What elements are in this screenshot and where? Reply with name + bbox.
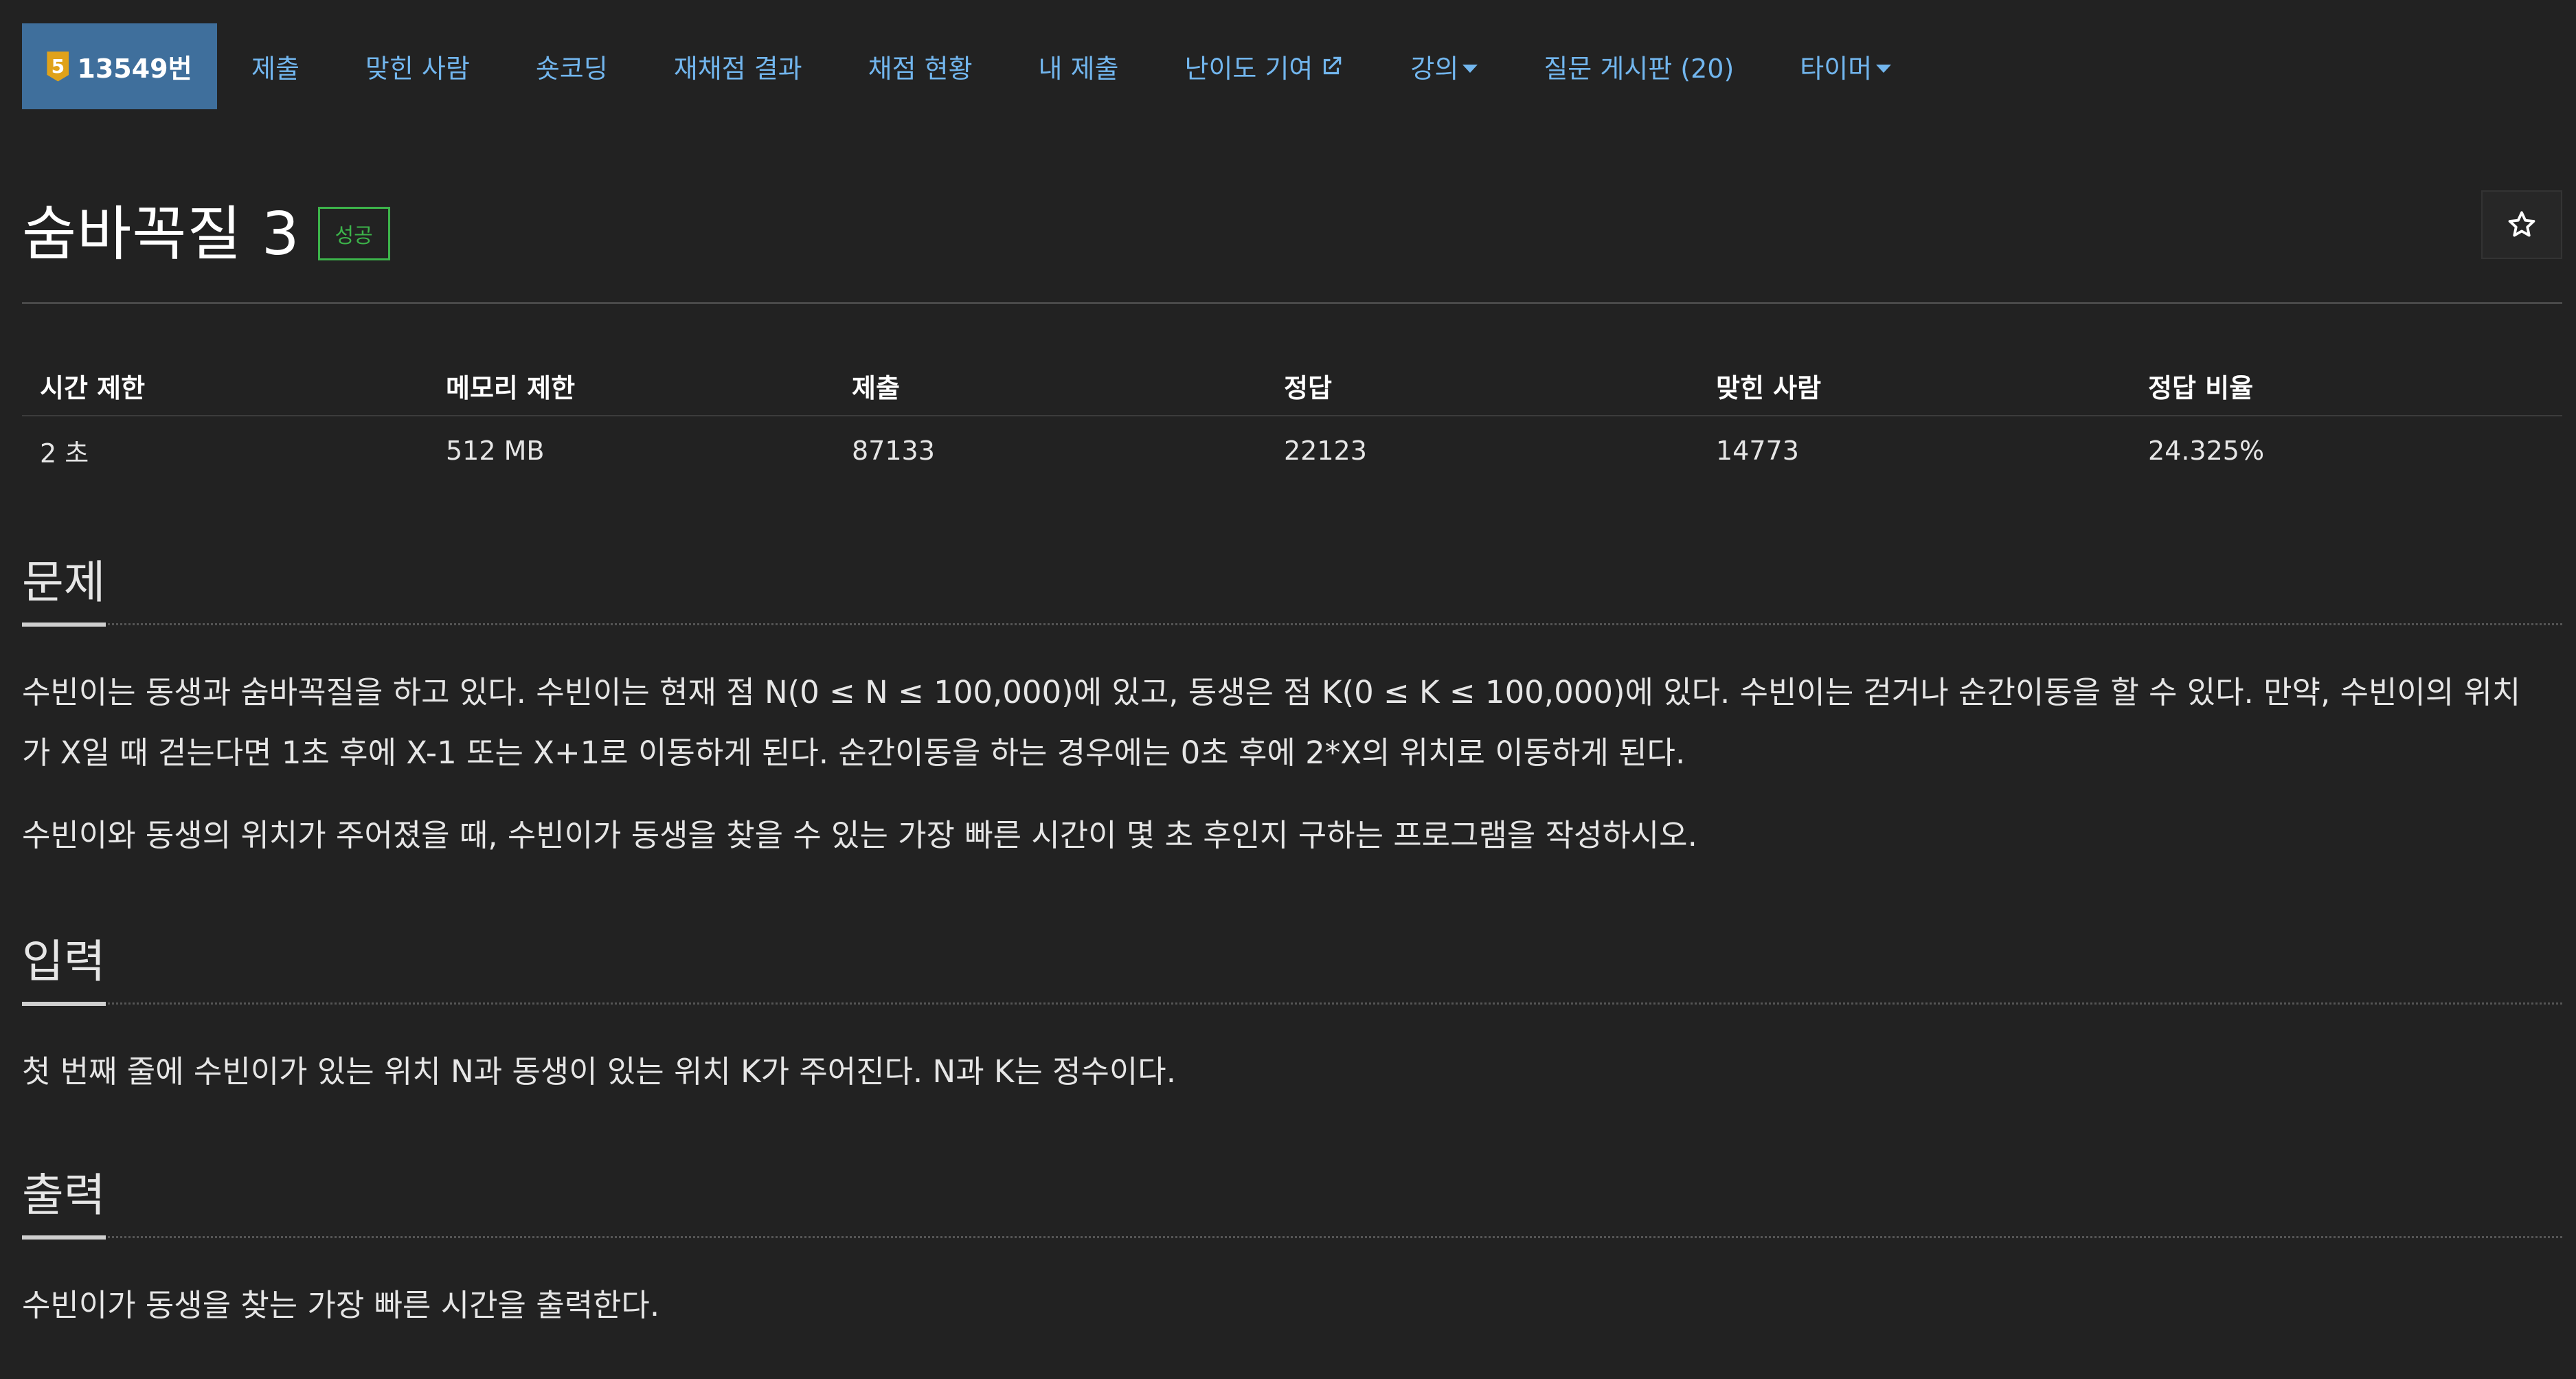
input-body: 첫 번째 줄에 수빈이가 있는 위치 N과 동생이 있는 위치 K가 주어진다.… <box>22 1042 2562 1102</box>
nav-lectures-label: 강의 <box>1410 54 1459 84</box>
description-line: 가 X일 때 걷는다면 1초 후에 X-1 또는 X+1로 이동하게 된다. 순… <box>22 735 1686 771</box>
caret-down-icon <box>1462 64 1478 73</box>
value-submissions: 87133 <box>852 436 935 466</box>
problem-info-table: 시간 제한 메모리 제한 제출 정답 맞힌 사람 정답 비율 2 초 512 M… <box>22 357 2562 485</box>
favorite-button[interactable] <box>2481 190 2562 259</box>
section-header: 입력 <box>22 929 2562 1006</box>
nav-difficulty-contribution-label: 난이도 기여 <box>1184 54 1313 84</box>
tier-badge-icon: 5 <box>47 51 69 82</box>
header-solved-users: 맞힌 사람 <box>1716 373 1822 403</box>
problem-title-row: 숨바꼭질 3 성공 <box>22 186 390 271</box>
output-section: 출력 수빈이가 동생을 찾는 가장 빠른 시간을 출력한다. <box>22 1163 2562 1336</box>
nav-difficulty-contribution[interactable]: 난이도 기여 <box>1185 23 1345 109</box>
nav-lectures-dropdown[interactable]: 강의 <box>1410 23 1478 109</box>
nav-judge-status[interactable]: 채점 현황 <box>868 23 973 109</box>
header-submissions: 제출 <box>852 373 900 403</box>
problem-number-tab[interactable]: 5 13549번 <box>22 23 217 109</box>
nav-timer-label: 타이머 <box>1800 54 1873 84</box>
nav-short-coding[interactable]: 숏코딩 <box>536 23 608 109</box>
section-divider <box>22 623 2562 625</box>
description-line: 수빈이는 동생과 숨바꼭질을 하고 있다. 수빈이는 현재 점 N(0 ≤ N … <box>22 674 2521 710</box>
nav-rejudge-results[interactable]: 재채점 결과 <box>674 23 802 109</box>
nav-timer-dropdown[interactable]: 타이머 <box>1800 23 1892 109</box>
problem-number-label: 13549번 <box>77 54 192 84</box>
nav-my-submissions[interactable]: 내 제출 <box>1039 23 1119 109</box>
section-underline <box>22 1235 106 1240</box>
input-text: 첫 번째 줄에 수빈이가 있는 위치 N과 동생이 있는 위치 K가 주어진다.… <box>22 1053 1177 1090</box>
output-body: 수빈이가 동생을 찾는 가장 빠른 시간을 출력한다. <box>22 1275 2562 1336</box>
nav-submit[interactable]: 제출 <box>251 23 300 109</box>
result-badge: 성공 <box>317 206 390 260</box>
page-title: 숨바꼭질 3 <box>22 200 300 269</box>
output-text: 수빈이가 동생을 찾는 가장 빠른 시간을 출력한다. <box>22 1287 660 1323</box>
section-header: 문제 <box>22 550 2562 627</box>
value-accept-ratio: 24.325% <box>2148 436 2265 466</box>
section-divider <box>22 1236 2562 1238</box>
section-title-output: 출력 <box>22 1169 106 1222</box>
section-header: 출력 <box>22 1163 2562 1240</box>
star-icon <box>2508 211 2535 237</box>
problem-page: 5 13549번 제출 맞힌 사람 숏코딩 재채점 결과 채점 현황 내 제출 … <box>0 0 2576 1379</box>
section-underline <box>22 623 106 627</box>
value-time-limit: 2 초 <box>40 438 89 469</box>
section-divider <box>22 1002 2562 1005</box>
nav-solved-users[interactable]: 맞힌 사람 <box>365 23 470 109</box>
problem-menu: 5 13549번 제출 맞힌 사람 숏코딩 재채점 결과 채점 현황 내 제출 … <box>22 23 1892 109</box>
input-section: 입력 첫 번째 줄에 수빈이가 있는 위치 N과 동생이 있는 위치 K가 주어… <box>22 929 2562 1102</box>
header-accepted: 정답 <box>1284 373 1332 403</box>
value-accepted: 22123 <box>1284 436 1367 466</box>
caret-down-icon <box>1876 64 1892 73</box>
value-solved-users: 14773 <box>1716 436 1799 466</box>
table-header-row: 시간 제한 메모리 제한 제출 정답 맞힌 사람 정답 비율 <box>22 357 2562 416</box>
table-row: 2 초 512 MB 87133 22123 14773 24.325% <box>22 416 2562 485</box>
section-underline <box>22 1002 106 1006</box>
external-link-icon <box>1324 56 1342 74</box>
header-memory-limit: 메모리 제한 <box>446 373 576 403</box>
header-accept-ratio: 정답 비율 <box>2148 373 2254 403</box>
section-title-input: 입력 <box>22 935 106 988</box>
section-title-problem: 문제 <box>22 556 106 609</box>
description-line: 수빈이와 동생의 위치가 주어졌을 때, 수빈이가 동생을 찾을 수 있는 가장… <box>22 817 1697 853</box>
problem-description-section: 문제 수빈이는 동생과 숨바꼭질을 하고 있다. 수빈이는 현재 점 N(0 ≤… <box>22 550 2562 866</box>
header-time-limit: 시간 제한 <box>40 373 146 403</box>
problem-description-body: 수빈이는 동생과 숨바꼭질을 하고 있다. 수빈이는 현재 점 N(0 ≤ N … <box>22 662 2562 866</box>
title-divider <box>22 302 2562 304</box>
nav-question-board[interactable]: 질문 게시판 (20) <box>1544 23 1734 109</box>
value-memory-limit: 512 MB <box>446 436 545 466</box>
